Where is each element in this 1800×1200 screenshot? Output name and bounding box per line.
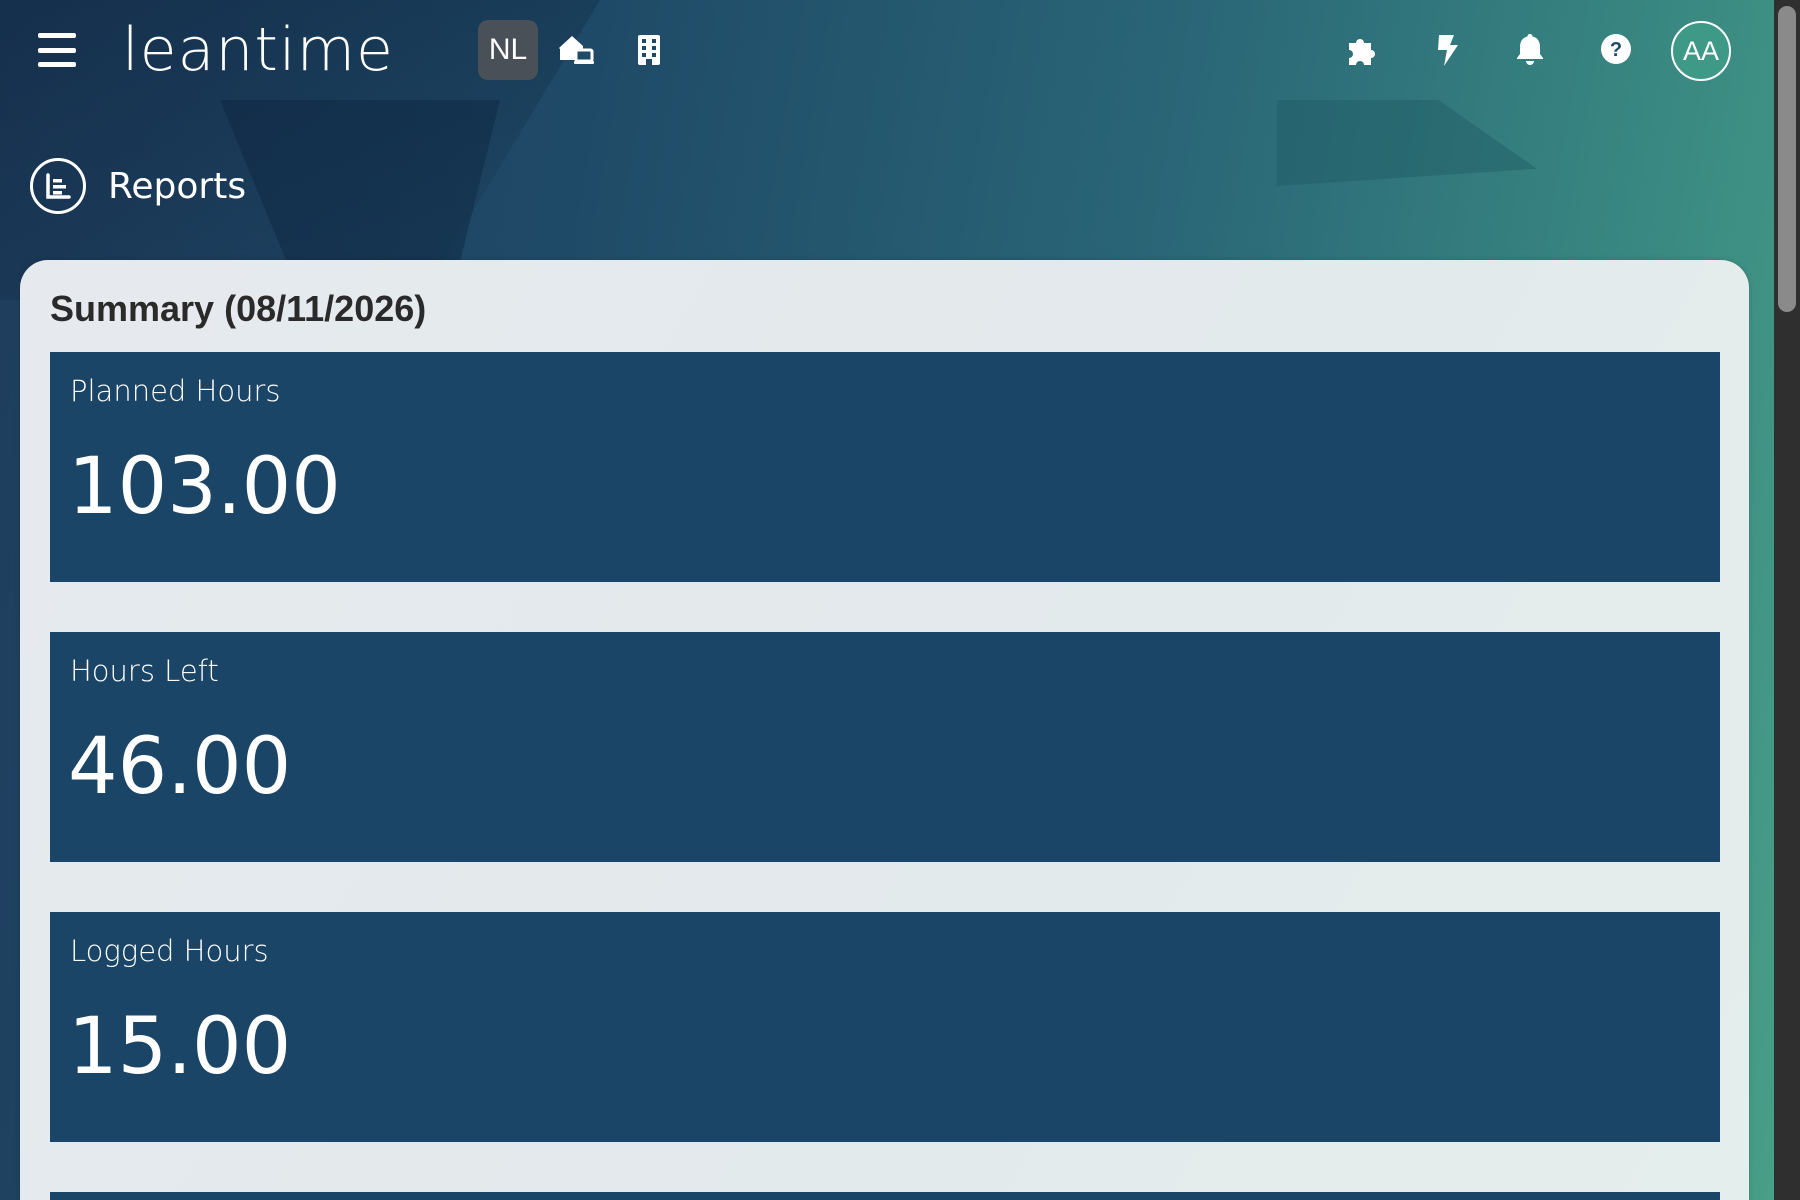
top-header: leantime NL ? AA	[0, 0, 1776, 100]
stat-tile-partial	[50, 1192, 1720, 1200]
stat-label: Logged Hours	[70, 934, 269, 968]
stat-label: Planned Hours	[70, 374, 281, 408]
hamburger-menu-icon[interactable]	[38, 33, 76, 67]
scrollbar-thumb[interactable]	[1778, 6, 1796, 312]
app-window: leantime NL ? AA Reports Summary (08/11/…	[0, 0, 1800, 1200]
leantime-logo[interactable]: leantime	[122, 10, 394, 90]
background-shape	[1277, 100, 1537, 186]
user-avatar[interactable]: AA	[1671, 21, 1731, 81]
building-icon[interactable]	[627, 28, 671, 72]
bell-icon[interactable]	[1508, 27, 1552, 71]
stat-value: 46.00	[68, 722, 292, 812]
puzzle-icon[interactable]	[1340, 28, 1384, 72]
stat-tile-logged-hours: Logged Hours 15.00	[50, 912, 1720, 1142]
lightning-icon[interactable]	[1425, 28, 1469, 72]
stat-tile-planned-hours: Planned Hours 103.00	[50, 352, 1720, 582]
help-icon[interactable]: ?	[1594, 27, 1638, 71]
background-shape	[220, 100, 500, 270]
stat-label: Hours Left	[70, 654, 219, 688]
report-icon	[30, 158, 86, 214]
summary-title: Summary (08/11/2026)	[50, 288, 427, 329]
stat-tile-hours-left: Hours Left 46.00	[50, 632, 1720, 862]
svg-text:?: ?	[1610, 39, 1622, 61]
stat-value: 15.00	[68, 1002, 292, 1092]
page-title-text: Reports	[108, 165, 247, 207]
home-switch-icon[interactable]	[554, 28, 598, 72]
summary-card: Summary (08/11/2026) Planned Hours 103.0…	[20, 260, 1749, 1200]
stat-value: 103.00	[68, 442, 341, 532]
page-title: Reports	[30, 158, 246, 214]
project-badge[interactable]: NL	[478, 20, 538, 80]
